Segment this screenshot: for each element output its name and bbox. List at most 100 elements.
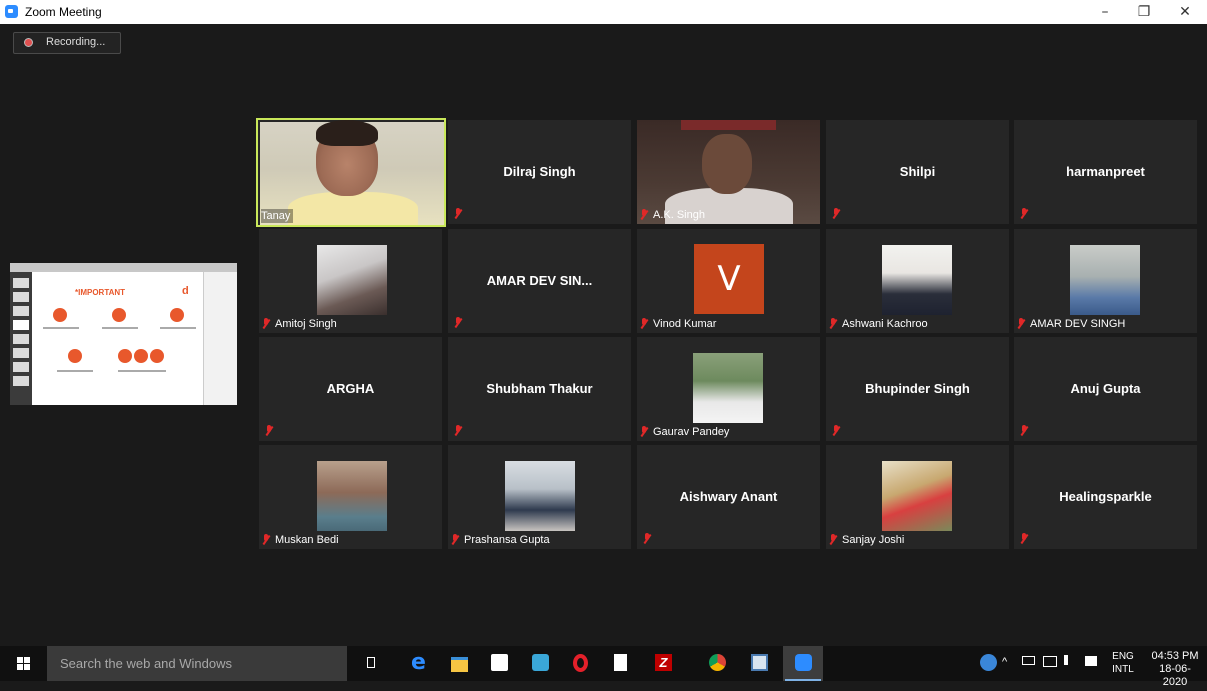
maximize-button[interactable]: ❐ [1126, 0, 1162, 24]
taskbar-opera[interactable] [561, 646, 601, 681]
photos-icon [751, 654, 768, 671]
taskbar-zoom[interactable] [783, 646, 823, 681]
windows-logo-icon [17, 657, 30, 670]
taskbar-chrome[interactable] [697, 646, 737, 681]
participant-tile[interactable]: Anuj Gupta [1014, 337, 1197, 441]
slide-thumbnail [13, 278, 29, 288]
profile-photo [1070, 245, 1140, 315]
participant-name: AMAR DEV SIN... [486, 273, 593, 288]
participant-name: Aishwary Anant [679, 489, 778, 504]
search-placeholder: Search the web and Windows [60, 656, 232, 671]
participant-tile[interactable]: V Vinod Kumar [637, 229, 820, 333]
start-button[interactable] [0, 646, 46, 681]
participant-tile[interactable]: AMAR DEV SINGH [1014, 229, 1197, 333]
recording-label: Recording... [46, 36, 106, 48]
participant-tile[interactable]: Aishwary Anant [637, 445, 820, 549]
participant-footer: AMAR DEV SINGH [1017, 317, 1128, 331]
muted-mic-icon [262, 534, 271, 545]
muted-mic-icon [1020, 208, 1029, 219]
participant-name: Vinod Kumar [653, 318, 717, 330]
participant-tile[interactable]: Prashansa Gupta [448, 445, 631, 549]
document-icon [614, 654, 627, 671]
participant-tile[interactable]: Muskan Bedi [259, 445, 442, 549]
participant-tile[interactable]: Tanay [256, 118, 446, 227]
tray-volume[interactable] [1064, 655, 1078, 690]
avatar: V [694, 244, 764, 314]
taskbar-file[interactable] [602, 646, 642, 681]
folder-icon [451, 657, 468, 672]
participant-tile[interactable]: AMAR DEV SIN... [448, 229, 631, 333]
participant-tile[interactable]: Gaurav Pandey [637, 337, 820, 441]
action-center-icon [1085, 656, 1097, 666]
participant-footer: Ashwani Kachroo [829, 317, 931, 331]
participant-tile[interactable]: Shubham Thakur [448, 337, 631, 441]
share-side-panel [203, 272, 237, 405]
task-view-button[interactable] [351, 646, 391, 681]
participant-name: Anuj Gupta [1070, 381, 1141, 396]
recording-indicator[interactable]: Recording... [13, 32, 121, 54]
close-button[interactable]: ✕ [1167, 0, 1203, 24]
task-view-icon [367, 657, 375, 668]
slide-text-line [102, 327, 138, 329]
taskbar-search[interactable]: Search the web and Windows [47, 646, 347, 681]
participant-footer: Vinod Kumar [640, 317, 719, 331]
tray-network[interactable] [1043, 656, 1057, 691]
participant-name: Ashwani Kachroo [842, 318, 928, 330]
record-icon [24, 38, 33, 47]
participant-tile[interactable]: Sanjay Joshi [826, 445, 1009, 549]
muted-mic-icon [640, 209, 649, 220]
participant-tile[interactable]: Healingsparkle [1014, 445, 1197, 549]
participant-tile[interactable]: Shilpi [826, 120, 1009, 224]
taskbar-file-explorer[interactable] [439, 646, 479, 681]
muted-mic-icon [454, 317, 463, 328]
participant-tile[interactable]: harmanpreet [1014, 120, 1197, 224]
tray-battery[interactable] [1022, 656, 1035, 691]
taskbar-photos[interactable] [739, 646, 779, 681]
slide-thumbnail [13, 348, 29, 358]
participant-footer: Amitoj Singh [262, 317, 340, 331]
video-feed [316, 120, 378, 146]
participant-footer: Prashansa Gupta [451, 533, 553, 547]
taskbar-filezilla[interactable]: Z [643, 646, 683, 681]
opera-icon [573, 654, 588, 672]
participant-name: AMAR DEV SINGH [1030, 318, 1126, 330]
participant-footer: Sanjay Joshi [829, 533, 907, 547]
profile-photo [317, 461, 387, 531]
input-language[interactable]: ENG INTL [1108, 650, 1138, 676]
participant-tile[interactable]: Amitoj Singh [259, 229, 442, 333]
video-feed [702, 134, 752, 194]
participant-name: Sanjay Joshi [842, 534, 905, 546]
participant-tile[interactable]: Ashwani Kachroo [826, 229, 1009, 333]
slide-thumbnail [13, 362, 29, 372]
participant-tile[interactable]: ARGHA [259, 337, 442, 441]
show-hidden-icons-button[interactable]: ^ [1002, 656, 1007, 691]
participant-name: A.K. Singh [653, 209, 705, 221]
taskbar-app[interactable] [520, 646, 560, 681]
shared-screen-thumbnail[interactable]: *IMPORTANT d [10, 263, 237, 405]
chrome-icon [709, 654, 726, 671]
language-layout: INTL [1112, 664, 1134, 675]
window-titlebar: Zoom Meeting – ❐ ✕ [0, 0, 1207, 24]
muted-mic-icon [640, 318, 649, 329]
muted-mic-icon [454, 425, 463, 436]
edge-icon: e [411, 650, 426, 675]
slide-icon [118, 349, 132, 363]
clock-time: 04:53 PM [1151, 650, 1199, 662]
participant-tile[interactable]: A.K. Singh [637, 120, 820, 224]
minimize-button[interactable]: – [1087, 0, 1123, 24]
profile-photo [317, 245, 387, 315]
slide-text-line [160, 327, 196, 329]
zoom-icon [795, 654, 812, 671]
slide-icon [150, 349, 164, 363]
participant-tile[interactable]: Dilraj Singh [448, 120, 631, 224]
system-clock[interactable]: 04:53 PM 18-06-2020 [1147, 650, 1203, 689]
participant-tile[interactable]: Bhupinder Singh [826, 337, 1009, 441]
muted-mic-icon [832, 208, 841, 219]
tray-notifications[interactable] [1085, 656, 1097, 691]
profile-photo [882, 461, 952, 531]
taskbar-store[interactable] [479, 646, 519, 681]
taskbar-edge[interactable]: e [399, 646, 439, 681]
windows-taskbar: Search the web and Windows e Z ^ ENG INT… [0, 646, 1207, 688]
participant-name: Amitoj Singh [275, 318, 337, 330]
slide-icon [53, 308, 67, 322]
